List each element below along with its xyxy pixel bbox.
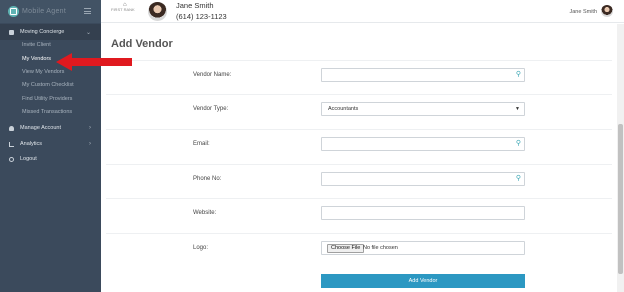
chart-icon	[9, 141, 14, 147]
scrollbar-thumb[interactable]	[618, 124, 623, 274]
sidebar-item-label: Analytics	[20, 141, 43, 147]
form-row-vendor-name: Vendor Name: ⚲	[106, 60, 612, 94]
sidebar-item-manage-account[interactable]: Manage Account ›	[0, 120, 101, 136]
page-title: Add Vendor	[111, 38, 173, 50]
key-icon[interactable]: ⚲	[516, 175, 521, 183]
key-icon[interactable]: ⚲	[516, 140, 521, 148]
choose-file-button[interactable]: Choose File	[327, 244, 365, 253]
website-input[interactable]	[321, 206, 525, 220]
scrollbar[interactable]	[617, 24, 624, 292]
sidebar-item-moving-concierge[interactable]: Moving Concierge ⌄	[0, 24, 101, 40]
sidebar-item-find-utility-providers[interactable]: Find Utility Providers	[22, 96, 72, 102]
agent-avatar	[148, 2, 167, 21]
key-icon[interactable]: ⚲	[516, 71, 521, 79]
chevron-right-icon: ›	[89, 141, 91, 147]
form-row-vendor-type: Vendor Type: Accountants ▼	[106, 94, 612, 128]
company-logo: FIRST RANK	[111, 7, 135, 12]
agent-phone: (614) 123-1123	[176, 12, 227, 21]
logo-file-input[interactable]: Choose File No file chosen	[321, 241, 525, 255]
sidebar-item-label: Manage Account	[20, 125, 61, 131]
top-bar: ⌂ FIRST RANK Jane Smith (614) 123-1123 J…	[101, 0, 624, 23]
phone-label: Phone No:	[193, 176, 222, 182]
file-status: No file chosen	[363, 245, 398, 251]
vendor-name-label: Vendor Name:	[193, 72, 232, 78]
add-vendor-button[interactable]: Add Vendor	[321, 274, 525, 288]
form-row-phone: Phone No: ⚲	[106, 164, 612, 198]
main-content: Add Vendor Vendor Name: ⚲ Vendor Type: A…	[101, 24, 617, 292]
email-label: Email:	[193, 141, 210, 147]
vendor-name-input[interactable]: ⚲	[321, 68, 525, 82]
phone-input[interactable]: ⚲	[321, 172, 525, 186]
sidebar: Mobile Agent Moving Concierge ⌄ Invite C…	[0, 0, 101, 292]
sidebar-item-my-vendors[interactable]: My Vendors	[22, 56, 51, 62]
brand-name: Mobile Agent	[22, 8, 67, 15]
vendor-type-select[interactable]: Accountants ▼	[321, 102, 525, 116]
briefcase-icon	[9, 29, 14, 35]
logo-label: Logo:	[193, 245, 209, 251]
sidebar-item-my-custom-checklist[interactable]: My Custom Checklist	[22, 82, 74, 88]
vendor-type-label: Vendor Type:	[193, 106, 229, 112]
user-avatar[interactable]	[601, 5, 613, 17]
sidebar-item-missed-transactions[interactable]: Missed Transactions	[22, 109, 72, 115]
vendor-type-value: Accountants	[328, 106, 359, 112]
user-icon	[9, 125, 14, 131]
menu-toggle-icon[interactable]	[84, 8, 91, 14]
email-input[interactable]: ⚲	[321, 137, 525, 151]
chevron-right-icon: ›	[89, 125, 91, 131]
sidebar-item-logout[interactable]: Logout	[0, 151, 101, 167]
website-label: Website:	[193, 210, 217, 216]
sidebar-item-label: Moving Concierge	[20, 29, 65, 35]
form-row-logo: Logo: Choose File No file chosen	[106, 233, 612, 267]
sidebar-item-label: Logout	[20, 156, 37, 162]
sidebar-item-invite-client[interactable]: Invite Client	[22, 42, 51, 48]
user-menu-name[interactable]: Jane Smith	[569, 9, 597, 15]
power-icon	[9, 156, 14, 162]
sidebar-item-analytics[interactable]: Analytics ›	[0, 136, 101, 152]
caret-down-icon: ▼	[515, 106, 520, 112]
red-arrow-icon	[56, 53, 132, 71]
brand[interactable]: Mobile Agent	[0, 0, 101, 23]
home-logo-icon	[8, 6, 19, 17]
chevron-down-icon: ⌄	[85, 29, 91, 36]
app-window: Mobile Agent Moving Concierge ⌄ Invite C…	[0, 0, 624, 292]
form-row-email: Email: ⚲	[106, 129, 612, 163]
agent-name: Jane Smith	[176, 1, 214, 10]
form-row-website: Website:	[106, 198, 612, 232]
